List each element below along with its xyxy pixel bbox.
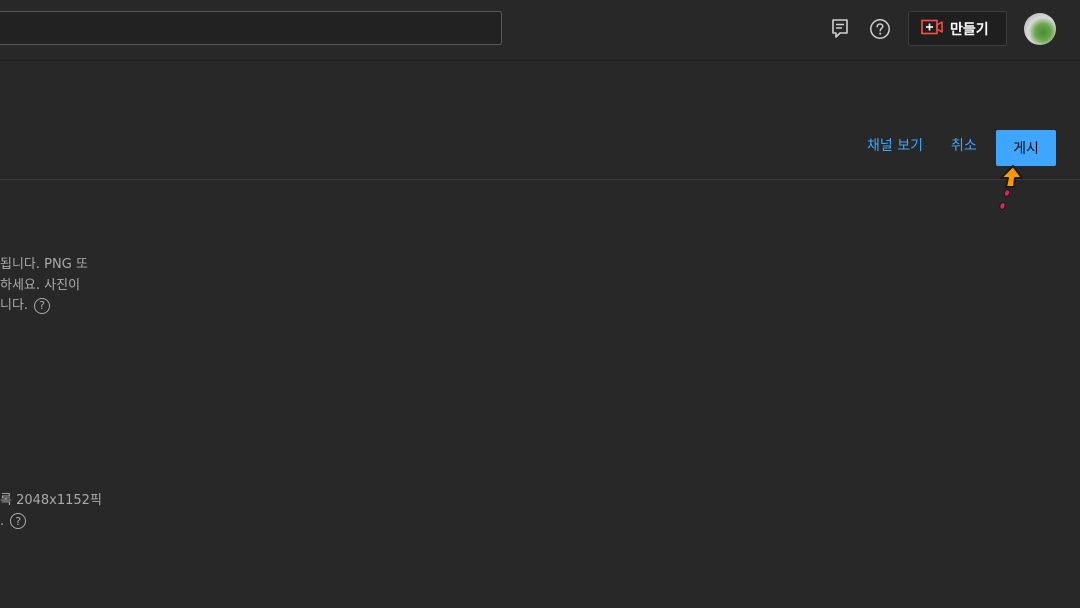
search-input[interactable]: [0, 11, 502, 45]
create-label: 만들기: [950, 21, 989, 38]
top-bar: 만들기: [0, 0, 1080, 61]
create-button[interactable]: 만들기: [908, 11, 1007, 46]
help-icon[interactable]: ?: [34, 297, 51, 314]
cancel-button[interactable]: 취소: [951, 137, 977, 155]
publish-button[interactable]: 게시: [996, 130, 1056, 166]
description-text: 니다.: [0, 298, 29, 313]
description-line: 하세요. 사진이: [0, 277, 81, 293]
help-icon[interactable]: [867, 16, 893, 42]
description-text: .: [0, 513, 5, 529]
banner-image-description: 록 2048x1152픽 .?: [0, 491, 102, 532]
profile-picture-description: 됩니다. PNG 또 하세요. 사진이 니다.?: [0, 255, 88, 317]
description-line: 록 2048x1152픽: [0, 493, 102, 508]
arrow-cursor-icon: [999, 165, 1023, 211]
video-create-icon: [921, 19, 943, 39]
avatar[interactable]: [1024, 13, 1056, 45]
help-icon[interactable]: ?: [10, 513, 27, 529]
description-line: .?: [0, 512, 102, 533]
view-channel-button[interactable]: 채널 보기: [867, 137, 923, 155]
description-line: 니다.?: [0, 296, 88, 317]
description-line: 됩니다. PNG 또: [0, 257, 88, 272]
action-bar: 채널 보기 취소 게시: [0, 61, 1080, 180]
feedback-icon[interactable]: [827, 16, 853, 42]
